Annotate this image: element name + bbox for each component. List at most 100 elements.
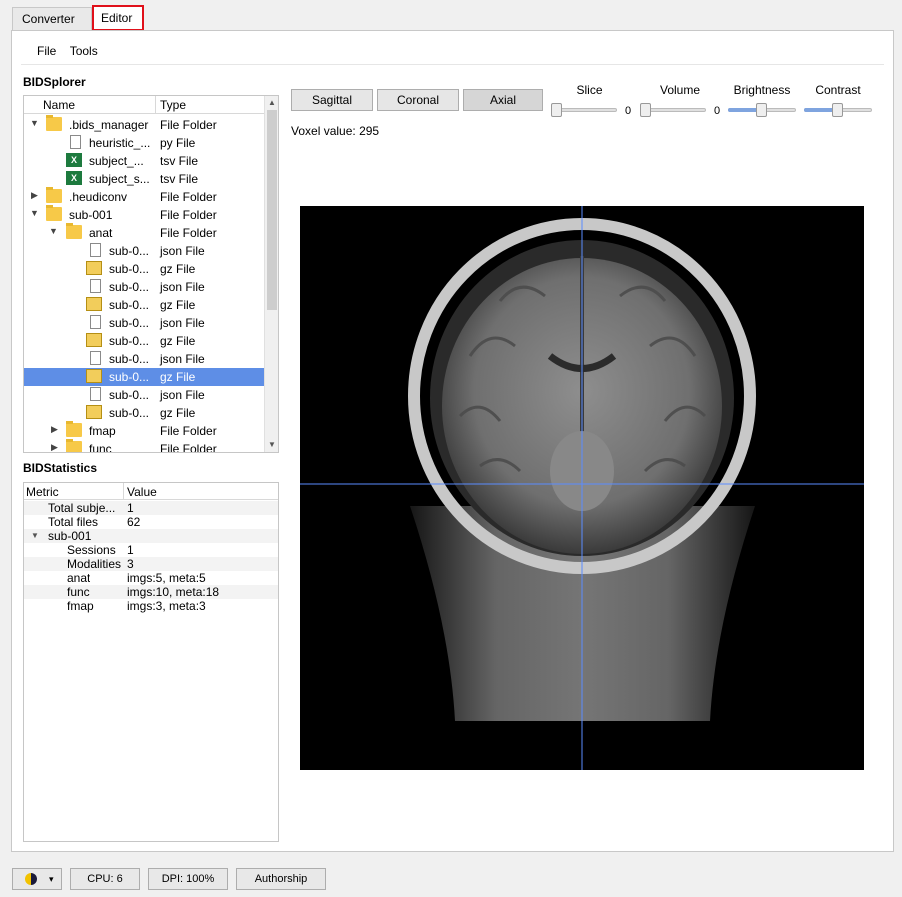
column-metric[interactable]: Metric <box>26 485 59 499</box>
tree-item-type: gz File <box>160 406 196 420</box>
authorship-button[interactable]: Authorship <box>236 868 326 890</box>
tab-converter[interactable]: Converter <box>12 7 92 31</box>
menu-divider <box>21 64 884 65</box>
column-value[interactable]: Value <box>127 485 157 499</box>
folder-icon <box>66 421 82 437</box>
theme-toggle-button[interactable]: ▾ <box>12 868 62 890</box>
stats-row: fmap imgs:3, meta:3 <box>24 599 278 613</box>
tree-row-fmap[interactable]: ▶ fmap File Folder <box>24 421 265 440</box>
tree-item-type: File Folder <box>160 424 217 438</box>
tree-item-name: .heudiconv <box>69 190 128 204</box>
tree-item-name: subject_s... <box>89 172 150 186</box>
tree-row-file[interactable]: sub-0... json File <box>24 314 265 332</box>
collapsed-arrow-icon[interactable]: ▶ <box>31 190 38 201</box>
status-bar: ▾ CPU: 6 DPI: 100% Authorship <box>0 860 902 897</box>
tree-row-file[interactable]: heuristic_... py File <box>24 134 265 152</box>
volume-slider[interactable] <box>640 103 706 117</box>
tree-row-file[interactable]: X subject_... tsv File <box>24 152 265 170</box>
stats-value: imgs:5, meta:5 <box>127 571 206 585</box>
menu-tools[interactable]: Tools <box>65 41 103 61</box>
column-type[interactable]: Type <box>160 98 186 112</box>
expanded-arrow-icon[interactable]: ▼ <box>30 118 39 128</box>
column-divider <box>123 483 124 500</box>
tree-row-file[interactable]: sub-0... gz File <box>24 260 265 278</box>
spreadsheet-icon: X <box>66 153 82 167</box>
image-viewer[interactable] <box>300 206 864 770</box>
tree-row-sub-001[interactable]: ▼ sub-001 File Folder <box>24 205 265 224</box>
tree-item-type: File Folder <box>160 118 217 132</box>
dropdown-arrow-icon: ▾ <box>49 874 54 884</box>
sagittal-button[interactable]: Sagittal <box>291 89 373 111</box>
folder-icon <box>46 205 62 221</box>
folder-icon <box>66 439 82 452</box>
file-tree[interactable]: Name Type ▼ .bids_manager File Folder he… <box>23 95 279 453</box>
tree-item-type: json File <box>160 280 205 294</box>
tree-row-file[interactable]: sub-0... gz File <box>24 404 265 422</box>
stats-row: Modalities 3 <box>24 557 278 571</box>
document-icon <box>70 135 81 149</box>
tree-item-name: sub-001 <box>69 208 113 222</box>
stats-row: func imgs:10, meta:18 <box>24 585 278 599</box>
tree-row-file[interactable]: sub-0... gz File <box>24 332 265 350</box>
tree-item-name: .bids_manager <box>69 118 149 132</box>
statistics-title: BIDStatistics <box>23 461 98 475</box>
tree-row-file[interactable]: sub-0... json File <box>24 386 265 404</box>
collapsed-arrow-icon[interactable]: ▶ <box>51 442 58 452</box>
slider-handle[interactable] <box>756 103 767 117</box>
archive-icon <box>86 297 102 311</box>
stats-metric: func <box>67 585 90 599</box>
slider-handle[interactable] <box>832 103 843 117</box>
archive-icon <box>86 405 102 419</box>
stats-value: 1 <box>127 501 134 515</box>
tree-item-name: sub-0... <box>109 262 150 276</box>
stats-metric: sub-001 <box>48 529 92 543</box>
tree-scrollbar[interactable]: ▲ ▼ <box>264 96 278 452</box>
tree-row-file[interactable]: sub-0... json File <box>24 278 265 296</box>
tree-item-type: py File <box>160 136 196 150</box>
expanded-arrow-icon[interactable]: ▼ <box>49 226 58 236</box>
document-icon <box>90 243 101 257</box>
coronal-button[interactable]: Coronal <box>377 89 459 111</box>
slider-handle[interactable] <box>551 103 562 117</box>
stats-row-sub-001[interactable]: ▼ sub-001 <box>24 529 278 543</box>
mri-slice-image <box>300 206 864 770</box>
cpu-button[interactable]: CPU: 6 <box>70 868 140 890</box>
menu-file[interactable]: File <box>32 41 61 61</box>
tree-row-file[interactable]: sub-0... gz File <box>24 296 265 314</box>
brightness-slider[interactable] <box>728 103 796 117</box>
tree-row-bids-manager[interactable]: ▼ .bids_manager File Folder <box>24 115 265 134</box>
tree-row-anat[interactable]: ▼ anat File Folder <box>24 223 265 242</box>
spreadsheet-icon: X <box>66 171 82 185</box>
tab-editor[interactable]: Editor <box>92 5 144 31</box>
tree-row-file[interactable]: sub-0... json File <box>24 242 265 260</box>
tree-row-file[interactable]: X subject_s... tsv File <box>24 170 265 188</box>
scroll-thumb[interactable] <box>267 110 277 310</box>
expanded-arrow-icon[interactable]: ▼ <box>30 208 39 218</box>
collapsed-arrow-icon[interactable]: ▶ <box>51 424 58 435</box>
document-icon <box>90 351 101 365</box>
contrast-slider[interactable] <box>804 103 872 117</box>
tree-row-heudiconv[interactable]: ▶ .heudiconv File Folder <box>24 187 265 206</box>
stats-row: anat imgs:5, meta:5 <box>24 571 278 585</box>
dpi-button[interactable]: DPI: 100% <box>148 868 228 890</box>
tree-row-file[interactable]: sub-0... json File <box>24 350 265 368</box>
axial-button[interactable]: Axial <box>463 89 543 111</box>
slider-handle[interactable] <box>640 103 651 117</box>
tree-item-name: sub-0... <box>109 406 150 420</box>
stats-value: 3 <box>127 557 134 571</box>
tree-item-type: json File <box>160 388 205 402</box>
slice-slider[interactable] <box>551 103 617 117</box>
tree-item-name: sub-0... <box>109 316 150 330</box>
stats-value: imgs:3, meta:3 <box>127 599 206 613</box>
tree-row-selected[interactable]: sub-0... gz File <box>24 368 265 386</box>
tree-row-func[interactable]: ▶ func File Folder <box>24 439 265 453</box>
scroll-down-icon[interactable]: ▼ <box>265 438 278 452</box>
archive-icon <box>86 333 102 347</box>
tree-item-type: File Folder <box>160 226 217 240</box>
column-name[interactable]: Name <box>43 98 75 112</box>
scroll-up-icon[interactable]: ▲ <box>265 96 278 110</box>
expanded-arrow-icon[interactable]: ▼ <box>31 529 39 543</box>
tree-item-name: func <box>89 442 112 453</box>
stats-row: Sessions 1 <box>24 543 278 557</box>
tree-item-name: sub-0... <box>109 370 150 384</box>
